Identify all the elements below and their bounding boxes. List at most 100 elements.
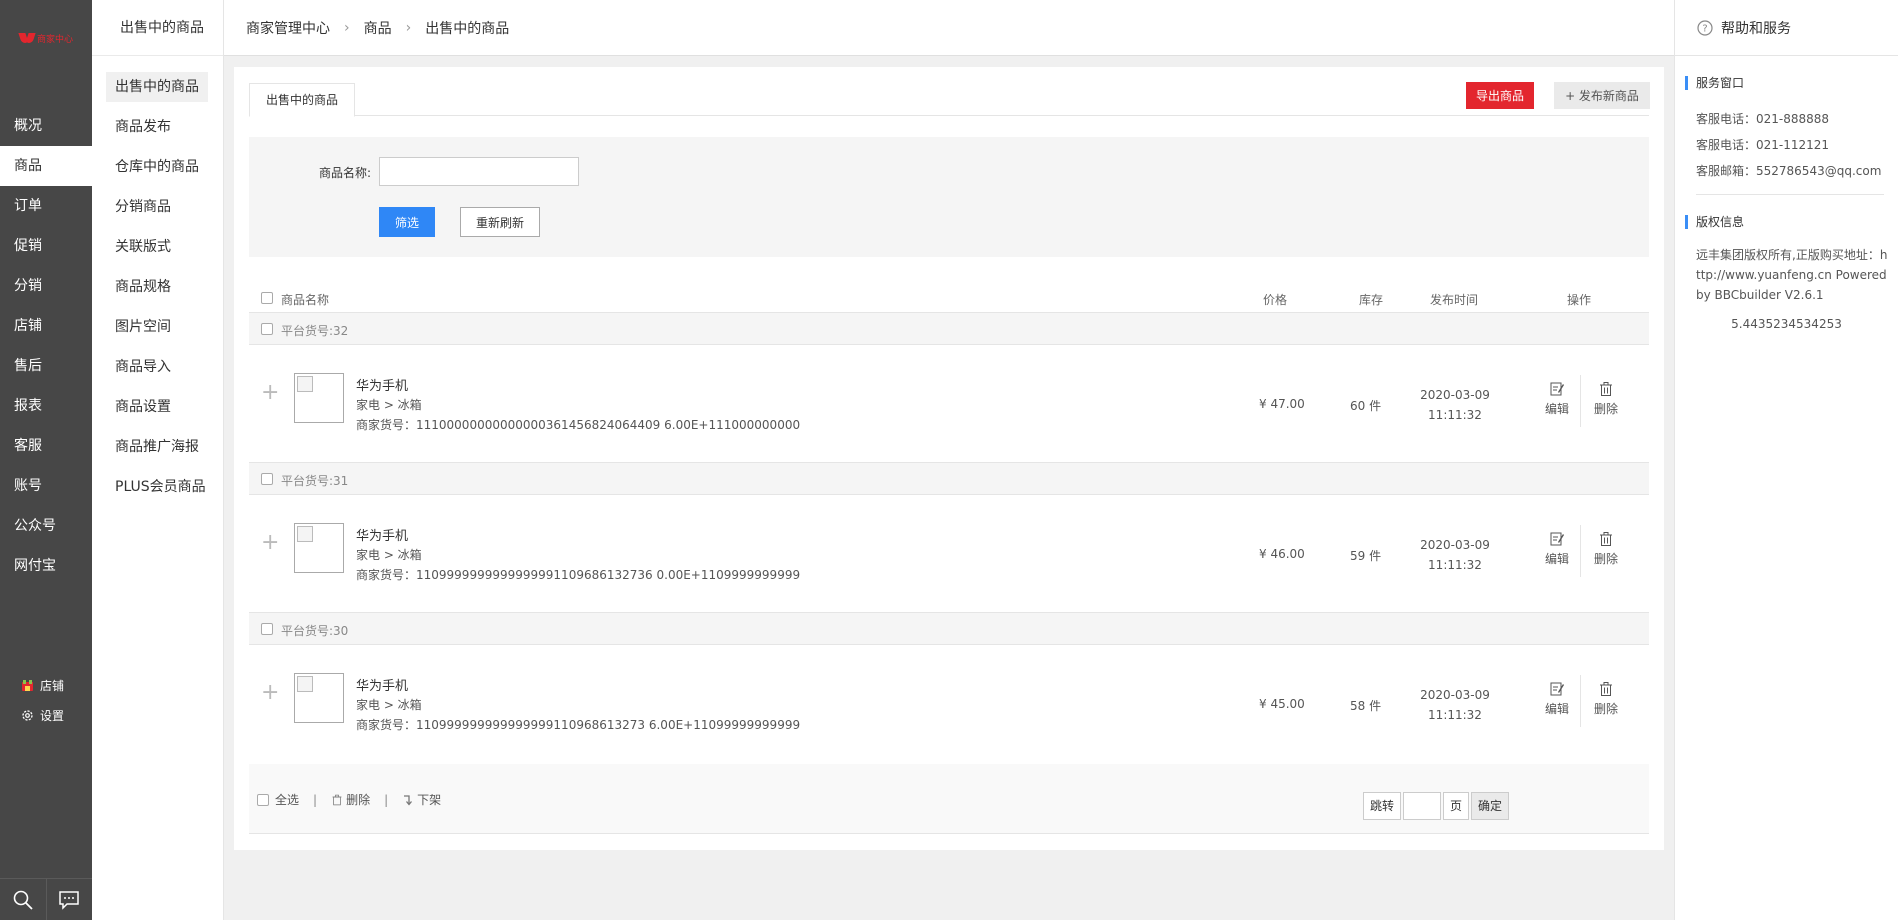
tab-on-sale[interactable]: 出售中的商品 [249, 83, 356, 117]
brand-logo[interactable]: 商家中心 [20, 28, 76, 48]
chat-button[interactable] [45, 879, 93, 920]
breadcrumb-item-home[interactable]: 商家管理中心 [246, 18, 330, 38]
subnav-item-layout[interactable]: 关联版式 [106, 232, 208, 262]
publish-time: 2020-03-09 11:11:32 [1410, 385, 1500, 425]
page-unit-label: 页 [1443, 792, 1470, 820]
header-price: 价格 [1263, 293, 1288, 307]
publish-date: 2020-03-09 [1420, 538, 1490, 552]
edit-label: 编辑 [1544, 552, 1569, 566]
delete-button[interactable]: 删除 [1591, 681, 1621, 717]
product-category: 家电 > 冰箱 [356, 398, 422, 412]
sidebar-shortcuts: 店铺 设置 [0, 670, 92, 730]
expand-icon[interactable]: + [261, 530, 279, 555]
filter-button[interactable]: 筛选 [379, 207, 435, 237]
edit-button[interactable]: 编辑 [1542, 681, 1572, 717]
merchant-sku: 商家货号：110999999999999999110968613273 6.00… [356, 718, 801, 732]
nav-item-account[interactable]: 账号 [0, 466, 92, 506]
subnav-item-on-sale[interactable]: 出售中的商品 [106, 72, 208, 102]
help-icon: ? [1697, 19, 1713, 36]
nav-item-goods[interactable]: 商品 [0, 146, 92, 186]
subnav-item-publish[interactable]: 商品发布 [106, 112, 208, 142]
breadcrumb-item-goods[interactable]: 商品 [364, 18, 392, 38]
product-name[interactable]: 华为手机 [356, 375, 408, 394]
bulk-offshelf-button[interactable]: 下架 [402, 791, 441, 808]
merchant-sku: 商家货号：1109999999999999991109686132736 0.0… [356, 568, 801, 582]
subnav-item-poster[interactable]: 商品推广海报 [106, 432, 208, 462]
reset-button[interactable]: 重新刷新 [460, 207, 540, 237]
bulk-actions: 全选 | 删除 | 下架 [257, 791, 441, 808]
group-checkbox[interactable] [261, 623, 273, 635]
expand-icon[interactable]: + [261, 680, 279, 705]
edit-button[interactable]: 编辑 [1542, 531, 1572, 567]
help-header[interactable]: ? 帮助和服务 [1675, 0, 1898, 56]
copyright-text: 远丰集团版权所有,正版购买地址：http://www.yuanfeng.cn P… [1696, 248, 1888, 302]
nav-item-promotion[interactable]: 促销 [0, 226, 92, 266]
nav-item-service[interactable]: 客服 [0, 426, 92, 466]
header-stock: 库存 [1359, 293, 1384, 307]
trash-icon [332, 794, 342, 805]
group-checkbox[interactable] [261, 473, 273, 485]
settings-shortcut[interactable]: 设置 [0, 700, 92, 730]
product-name[interactable]: 华为手机 [356, 675, 408, 694]
table-row: + 华为手机 家电 > 冰箱 商家货号：11099999999999999911… [249, 645, 1649, 762]
subnav-item-plus[interactable]: PLUS会员商品 [106, 472, 208, 502]
jump-button[interactable]: 跳转 [1363, 792, 1402, 820]
platform-sku: 平台货号:32 [281, 324, 349, 338]
table-row: + 华为手机 家电 > 冰箱 商家货号：11100000000000000361… [249, 345, 1649, 462]
nav-item-aftersale[interactable]: 售后 [0, 346, 92, 386]
nav-item-distribution[interactable]: 分销 [0, 266, 92, 306]
export-goods-button[interactable]: 导出商品 [1466, 82, 1534, 109]
goods-name-label: 商品名称: [319, 166, 372, 180]
bulk-delete-label: 删除 [346, 793, 371, 807]
product-stock: 60 件 [1350, 399, 1382, 413]
product-category: 家电 > 冰箱 [356, 698, 422, 712]
product-price: ¥ 46.00 [1259, 547, 1305, 561]
delete-label: 删除 [1593, 552, 1618, 566]
product-image[interactable] [294, 373, 344, 423]
search-button[interactable] [0, 879, 46, 920]
subnav-item-import[interactable]: 商品导入 [106, 352, 208, 382]
product-image[interactable] [294, 673, 344, 723]
edit-button[interactable]: 编辑 [1542, 381, 1572, 417]
header-ops: 操作 [1567, 293, 1592, 307]
subnav-item-specs[interactable]: 商品规格 [106, 272, 208, 302]
nav-item-wechat[interactable]: 公众号 [0, 506, 92, 546]
footer-select-all-checkbox[interactable] [257, 793, 269, 806]
publish-clock: 11:11:32 [1428, 558, 1482, 572]
group-checkbox[interactable] [261, 323, 273, 335]
gear-icon [22, 709, 33, 721]
select-all-checkbox[interactable] [261, 292, 273, 304]
header-name: 商品名称 [281, 293, 330, 307]
nav-item-store[interactable]: 店铺 [0, 306, 92, 346]
subnav-item-distribution[interactable]: 分销商品 [106, 192, 208, 222]
delete-button[interactable]: 删除 [1591, 381, 1621, 417]
tab-bar: 出售中的商品 [249, 83, 1649, 117]
bulk-delete-button[interactable]: 删除 [331, 791, 370, 808]
confirm-page-button[interactable]: 确定 [1471, 792, 1510, 820]
nav-item-orders[interactable]: 订单 [0, 186, 92, 226]
publish-goods-button[interactable]: + 发布新商品 [1554, 82, 1650, 109]
main-sidebar: 商家中心 概况 商品 订单 促销 分销 店铺 售后 报表 客服 账号 公众号 网… [0, 0, 92, 920]
subnav-item-images[interactable]: 图片空间 [106, 312, 208, 342]
service-lines: 客服电话：021-888888 客服电话：021-112121 客服邮箱：552… [1675, 90, 1898, 184]
logo-text: 商家中心 [37, 34, 74, 45]
sidebar-footer [0, 878, 92, 920]
nav-item-overview[interactable]: 概况 [0, 106, 92, 146]
delete-button[interactable]: 删除 [1591, 531, 1621, 567]
page-input[interactable] [1403, 792, 1442, 820]
store-shortcut[interactable]: 店铺 [0, 670, 92, 700]
subnav-item-warehouse[interactable]: 仓库中的商品 [106, 152, 208, 182]
product-image[interactable] [294, 523, 344, 573]
expand-icon[interactable]: + [261, 380, 279, 405]
trash-icon [1600, 382, 1612, 396]
group-header: 平台货号:31 [249, 462, 1649, 495]
nav-item-wangfubao[interactable]: 网付宝 [0, 546, 92, 586]
subnav-item-settings[interactable]: 商品设置 [106, 392, 208, 422]
nav-item-reports[interactable]: 报表 [0, 386, 92, 426]
select-all-label[interactable]: 全选 [275, 791, 299, 808]
product-name[interactable]: 华为手机 [356, 525, 408, 544]
chat-icon [59, 890, 79, 910]
help-title: 帮助和服务 [1721, 20, 1791, 37]
breadcrumb-item-current: 出售中的商品 [425, 20, 510, 37]
goods-name-input[interactable] [379, 157, 579, 186]
